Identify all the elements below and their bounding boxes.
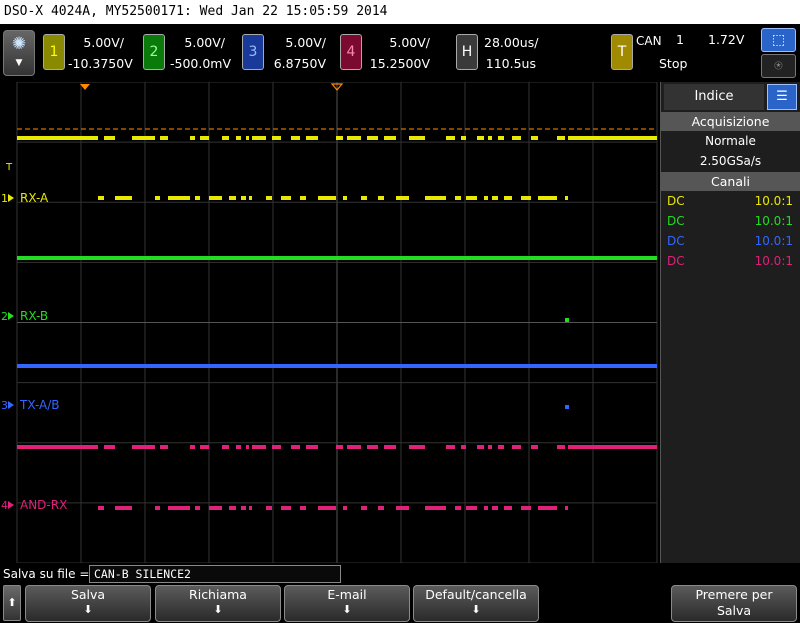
sample-rate: 2.50GSa/s xyxy=(699,154,762,168)
channel-1-coupling: DC xyxy=(667,194,685,208)
channel-4-scale: 5.00V/ xyxy=(389,35,430,50)
acquisition-mode: Normale xyxy=(705,134,756,148)
channel-2-info-row: DC 10.0:1 xyxy=(667,212,793,230)
recall-softkey[interactable]: Richiama ⬇ xyxy=(155,585,281,622)
channel-2-settings[interactable]: 5.00V/ -500.0mV xyxy=(170,32,232,74)
arrow-down-icon: ⬇ xyxy=(83,603,93,616)
side-info-panel: Indice ☰ Acquisizione Normale 2.50GSa/s … xyxy=(660,82,800,563)
side-menu-button[interactable]: ☰ xyxy=(767,84,797,110)
channel-3-label: TX-A/B xyxy=(19,398,60,412)
channel-1-probe: 10.0:1 xyxy=(754,194,793,208)
channel-3-scale: 5.00V/ xyxy=(285,35,326,50)
touch-trigger-button[interactable]: ⍟ xyxy=(761,54,796,78)
horizontal-delay: 110.5us xyxy=(485,56,536,71)
filename-field[interactable]: CAN-B SILENCE2 xyxy=(89,565,341,583)
save-softkey-label: Salva xyxy=(70,587,106,602)
horizontal-scale: 28.00us/ xyxy=(484,35,539,50)
arrow-down-icon: ⬇ xyxy=(471,603,481,616)
email-softkey-label: E-mail xyxy=(327,587,367,602)
ground-arrow-icon xyxy=(8,501,14,509)
channel-1-settings[interactable]: 5.00V/ -10.3750V xyxy=(68,32,133,74)
channel-2-label: RX-B xyxy=(20,309,48,323)
chevron-down-icon: ▼ xyxy=(15,58,23,68)
channel-4-offset: 15.2500V xyxy=(369,56,430,71)
horizontal-badge[interactable]: H xyxy=(456,34,478,70)
recall-softkey-label: Richiama xyxy=(189,587,247,602)
acquisition-header: Acquisizione xyxy=(661,112,800,131)
default-erase-softkey[interactable]: Default/cancella ⬇ xyxy=(413,585,539,622)
ground-arrow-icon xyxy=(8,312,14,320)
press-to-save-line2: Salva xyxy=(716,603,752,618)
ground-arrow-icon xyxy=(8,194,14,202)
arrow-down-icon: ⬇ xyxy=(342,603,352,616)
channel-4-probe: 10.0:1 xyxy=(754,254,793,268)
channel-4-ground-marker[interactable]: 4 xyxy=(1,499,14,512)
top-control-bar: ✺ ▼ 1 5.00V/ -10.3750V 2 5.00V/ -500.0mV… xyxy=(0,24,800,82)
channel-3-settings[interactable]: 5.00V/ 6.8750V xyxy=(270,32,326,74)
trigger-level[interactable]: 1.72V xyxy=(708,32,744,47)
channel-2-coupling: DC xyxy=(667,214,685,228)
trigger-type: CAN xyxy=(636,34,662,48)
channel-1-scale: 5.00V/ xyxy=(83,35,124,50)
channel-3-marker-number: 3 xyxy=(1,399,8,412)
horizontal-settings[interactable]: 28.00us/ 110.5us xyxy=(484,32,539,74)
channel-1-info-row: DC 10.0:1 xyxy=(667,192,793,210)
channel-1-badge[interactable]: 1 xyxy=(43,34,65,70)
run-status: Stop xyxy=(659,56,688,71)
channel-4-label: AND-RX xyxy=(20,498,67,512)
channel-2-marker-number: 2 xyxy=(1,310,8,323)
waveform-display[interactable]: T 1 RX-A 2 RX-B 3 TX-A/B 4 AND-RX xyxy=(0,81,660,564)
waveform-graticule: T 1 RX-A 2 RX-B 3 TX-A/B 4 AND-RX xyxy=(1,81,658,564)
save-to-file-label: Salva su file = xyxy=(3,567,90,581)
channel-2-ground-marker[interactable]: 2 xyxy=(1,310,14,323)
channel-3-ground-marker[interactable]: 3 xyxy=(1,399,14,412)
instrument-title-bar: DSO-X 4024A, MY52500171: Wed Jan 22 15:0… xyxy=(0,0,800,24)
main-menu-button[interactable]: ✺ ▼ xyxy=(3,30,35,76)
zoom-mode-button[interactable]: ⬚ xyxy=(761,28,796,52)
press-to-save-softkey[interactable]: Premere per Salva xyxy=(671,585,797,622)
channel-1-label: RX-A xyxy=(20,191,49,205)
channel-2-probe: 10.0:1 xyxy=(754,214,793,228)
trigger-channel: 1 xyxy=(676,32,684,47)
channel-3-offset: 6.8750V xyxy=(273,56,326,71)
default-erase-softkey-label: Default/cancella xyxy=(425,587,527,602)
tab-index[interactable]: Indice xyxy=(664,84,764,110)
arrow-up-icon: ⬆ xyxy=(7,596,17,609)
channel-4-coupling: DC xyxy=(667,254,685,268)
channel-4-info-row: DC 10.0:1 xyxy=(667,252,793,270)
channel-2-scale: 5.00V/ xyxy=(184,35,225,50)
trigger-badge[interactable]: T xyxy=(611,34,633,70)
channel-2-offset: -500.0mV xyxy=(170,56,232,71)
waveform-trigger-icon: ⍟ xyxy=(774,58,783,74)
softkey-bar: Salva su file = CAN-B SILENCE2 ⬆ Salva ⬇… xyxy=(0,563,800,623)
channel-3-badge[interactable]: 3 xyxy=(242,34,264,70)
keysight-logo-icon: ✺ xyxy=(11,34,27,54)
channel-3-coupling: DC xyxy=(667,234,685,248)
arrow-down-icon: ⬇ xyxy=(213,603,223,616)
zoom-region-icon: ⬚ xyxy=(771,32,786,48)
save-softkey[interactable]: Salva ⬇ xyxy=(25,585,151,622)
channel-3-info-row: DC 10.0:1 xyxy=(667,232,793,250)
back-up-button[interactable]: ⬆ xyxy=(3,585,21,621)
channel-3-probe: 10.0:1 xyxy=(754,234,793,248)
email-softkey[interactable]: E-mail ⬇ xyxy=(284,585,410,622)
channels-header: Canali xyxy=(661,172,800,191)
channel-2-badge[interactable]: 2 xyxy=(143,34,165,70)
graticule-grid xyxy=(16,81,658,564)
ground-arrow-icon xyxy=(8,401,14,409)
channel-4-marker-number: 4 xyxy=(1,499,8,512)
channel-4-badge[interactable]: 4 xyxy=(340,34,362,70)
list-icon: ☰ xyxy=(776,89,788,104)
channel-1-offset: -10.3750V xyxy=(68,56,133,71)
trigger-level-indicator: T xyxy=(5,162,13,173)
channel-1-marker-number: 1 xyxy=(1,192,8,205)
channel-4-settings[interactable]: 5.00V/ 15.2500V xyxy=(368,32,430,74)
press-to-save-line1: Premere per xyxy=(695,587,773,602)
channel-1-ground-marker[interactable]: 1 xyxy=(1,192,14,205)
